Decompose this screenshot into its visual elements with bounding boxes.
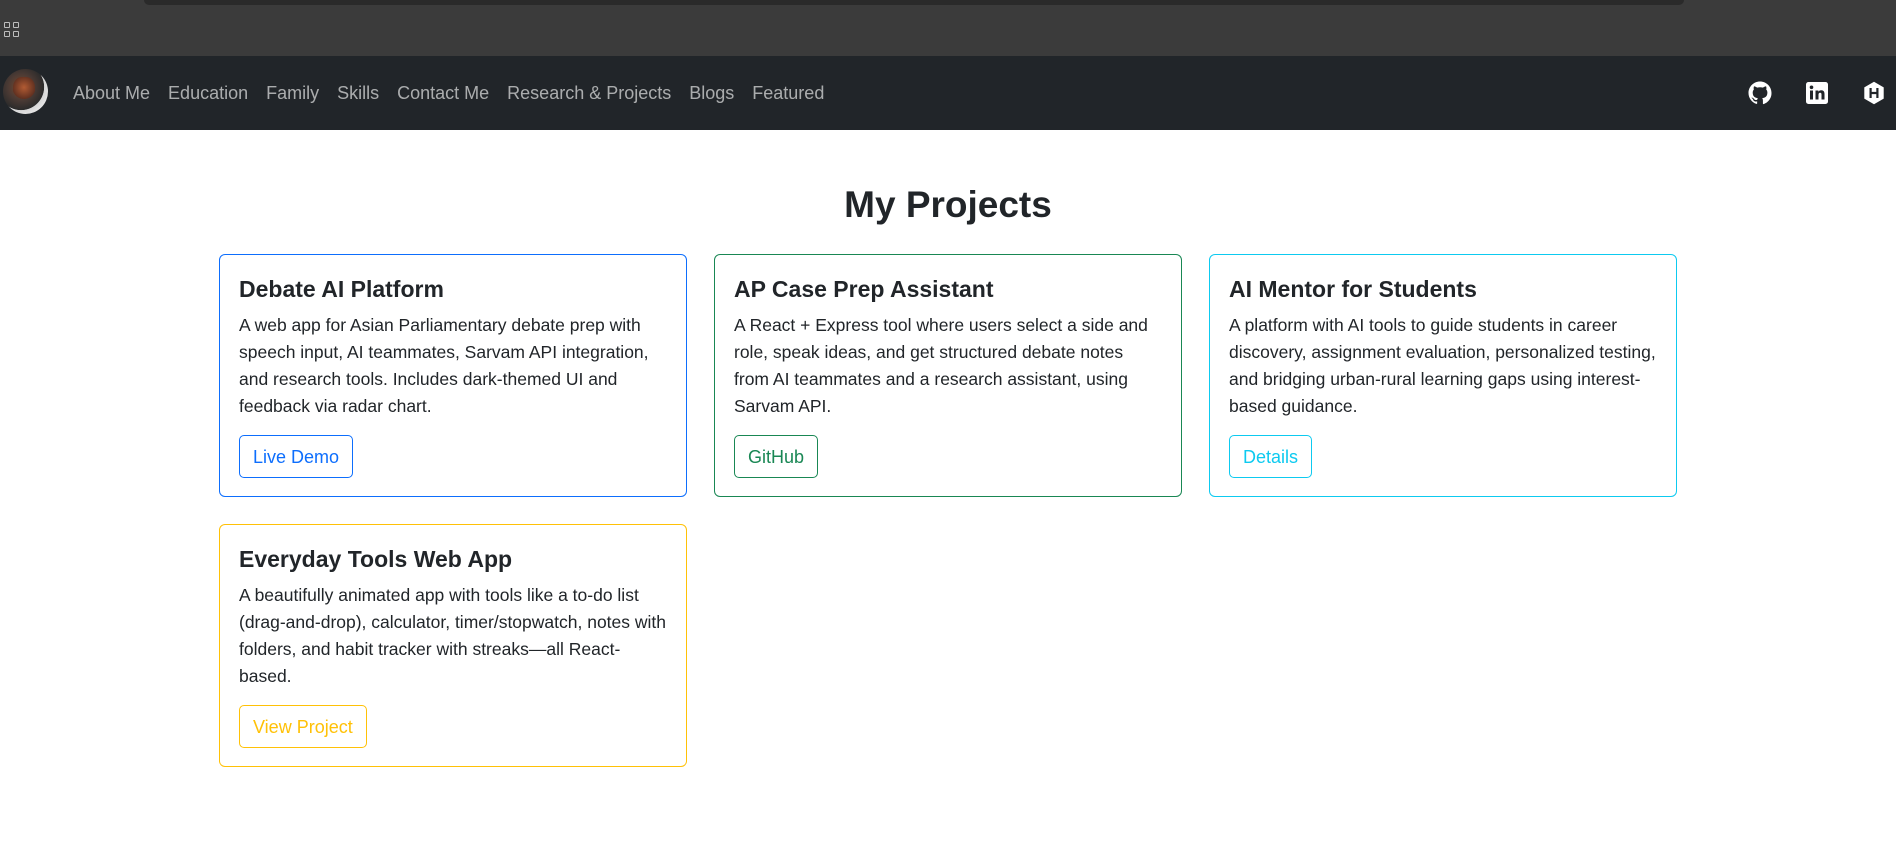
live-demo-button[interactable]: Live Demo <box>239 435 354 478</box>
apps-grid-icon[interactable] <box>4 22 21 39</box>
social-icons <box>1736 56 1896 130</box>
details-button[interactable]: Details <box>1229 435 1313 478</box>
nav-link-research-projects[interactable]: Research & Projects <box>507 83 671 104</box>
nav-link-education[interactable]: Education <box>168 83 248 104</box>
top-navbar: About Me Education Family Skills Contact… <box>0 56 1896 130</box>
github-button[interactable]: GitHub <box>734 435 819 478</box>
card-description: A React + Express tool where users selec… <box>734 315 1148 416</box>
project-card-ap-case-prep: AP Case Prep Assistant A React + Express… <box>714 254 1182 497</box>
card-title: Debate AI Platform <box>239 276 444 302</box>
browser-chrome <box>0 0 1896 56</box>
address-bar-edge <box>144 0 1684 5</box>
linkedin-icon[interactable] <box>1805 81 1829 105</box>
project-card-ai-mentor: AI Mentor for Students A platform with A… <box>1209 254 1677 497</box>
nav-link-skills[interactable]: Skills <box>337 83 379 104</box>
project-card-everyday-tools: Everyday Tools Web App A beautifully ani… <box>219 524 687 767</box>
nav-link-family[interactable]: Family <box>266 83 319 104</box>
card-title: AI Mentor for Students <box>1229 276 1477 302</box>
nav-link-blogs[interactable]: Blogs <box>689 83 734 104</box>
view-project-button[interactable]: View Project <box>239 705 367 748</box>
nav-link-featured[interactable]: Featured <box>752 83 824 104</box>
card-title: AP Case Prep Assistant <box>734 276 994 302</box>
hashnode-icon[interactable] <box>1862 81 1886 105</box>
card-description: A platform with AI tools to guide studen… <box>1229 315 1656 416</box>
project-card-debate-ai: Debate AI Platform A web app for Asian P… <box>219 254 687 497</box>
github-icon[interactable] <box>1748 81 1772 105</box>
card-title: Everyday Tools Web App <box>239 546 513 572</box>
nav-link-about-me[interactable]: About Me <box>73 83 150 104</box>
nav-links: About Me Education Family Skills Contact… <box>73 56 842 130</box>
card-description: A beautifully animated app with tools li… <box>239 585 666 686</box>
card-description: A web app for Asian Parliamentary debate… <box>239 315 649 416</box>
page-title: My Projects <box>844 184 1052 225</box>
avatar[interactable] <box>3 69 48 114</box>
nav-link-contact-me[interactable]: Contact Me <box>397 83 489 104</box>
